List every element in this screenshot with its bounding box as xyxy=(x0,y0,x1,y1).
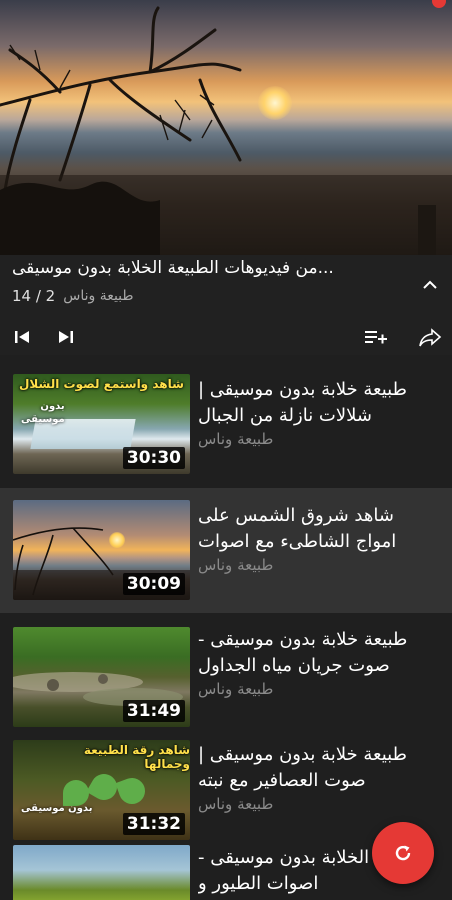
playlist-channel: طبيعة وناس xyxy=(63,288,134,304)
refresh-icon xyxy=(395,845,411,861)
playlist-meta: 14 / 2 طبيعة وناس xyxy=(12,287,134,305)
video-title[interactable]: طبيعة خلابة بدون موسيقى | صوت العصافير م… xyxy=(198,742,436,794)
refresh-button[interactable] xyxy=(372,822,434,884)
list-item-active[interactable]: 30:09 شاهد شروق الشمس على امواج الشاطىء … xyxy=(0,488,452,613)
video-info: طبيعة خلابة بدون موسيقى | صوت العصافير م… xyxy=(198,742,436,813)
video-channel: طبيعة وناس xyxy=(198,795,274,813)
thumbnail-subcaption: بدون موسيقى xyxy=(21,401,65,425)
video-channel: طبيعة وناس xyxy=(198,430,274,448)
video-duration: 31:32 xyxy=(122,813,185,835)
playlist-video-list: شاهد واستمع لصوت الشلال بدون موسيقى 30:3… xyxy=(0,355,452,900)
video-info: طبيعة خلابة بدون موسيقى - صوت جريان مياه… xyxy=(198,627,436,698)
video-thumbnail[interactable]: 30:09 xyxy=(13,500,190,600)
video-duration: 30:09 xyxy=(122,573,185,595)
thumbnail-caption: شاهد واستمع لصوت الشلال xyxy=(19,377,184,391)
video-thumbnail[interactable]: 31:49 xyxy=(13,627,190,727)
video-duration: 30:30 xyxy=(122,447,185,469)
video-info: شاهد شروق الشمس على امواج الشاطىء مع اصو… xyxy=(198,503,436,574)
video-channel: طبيعة وناس xyxy=(198,680,274,698)
add-to-queue-icon[interactable] xyxy=(364,325,388,349)
video-thumbnail[interactable] xyxy=(13,845,190,900)
list-item[interactable]: 31:49 طبيعة خلابة بدون موسيقى - صوت جريا… xyxy=(0,613,452,727)
thumbnail-leaf xyxy=(115,774,149,808)
playlist-controls xyxy=(0,319,452,355)
playlist-panel: ...من فيديوهات الطبيعة الخلابة بدون موسي… xyxy=(0,255,452,355)
playlist-title[interactable]: ...من فيديوهات الطبيعة الخلابة بدون موسي… xyxy=(12,258,402,278)
video-duration: 31:49 xyxy=(122,700,185,722)
playlist-position: 14 / 2 xyxy=(12,287,56,305)
share-icon[interactable] xyxy=(418,325,442,349)
previous-icon[interactable] xyxy=(10,325,34,349)
list-item[interactable]: شاهد رقة الطبيعة وجمالها بدون موسيقى 31:… xyxy=(0,726,452,843)
thumbnail-caption: شاهد رقة الطبيعة وجمالها xyxy=(83,743,190,771)
video-info: طبيعة خلابة بدون موسيقى | شلالات نازلة م… xyxy=(198,377,436,448)
list-item[interactable]: شاهد واستمع لصوت الشلال بدون موسيقى 30:3… xyxy=(0,355,452,488)
thumbnail-subcaption: بدون موسيقى xyxy=(21,803,93,814)
video-title[interactable]: طبيعة خلابة بدون موسيقى - صوت جريان مياه… xyxy=(198,627,436,679)
video-title[interactable]: شاهد شروق الشمس على امواج الشاطىء مع اصو… xyxy=(198,503,436,555)
video-frame-branches xyxy=(0,6,452,255)
video-thumbnail[interactable]: شاهد رقة الطبيعة وجمالها بدون موسيقى 31:… xyxy=(13,740,190,840)
video-channel: طبيعة وناس xyxy=(198,556,274,574)
video-thumbnail[interactable]: شاهد واستمع لصوت الشلال بدون موسيقى 30:3… xyxy=(13,374,190,474)
video-player[interactable] xyxy=(0,0,452,255)
video-title[interactable]: طبيعة خلابة بدون موسيقى | شلالات نازلة م… xyxy=(198,377,436,429)
next-icon[interactable] xyxy=(54,325,78,349)
chevron-up-icon[interactable] xyxy=(420,275,440,295)
